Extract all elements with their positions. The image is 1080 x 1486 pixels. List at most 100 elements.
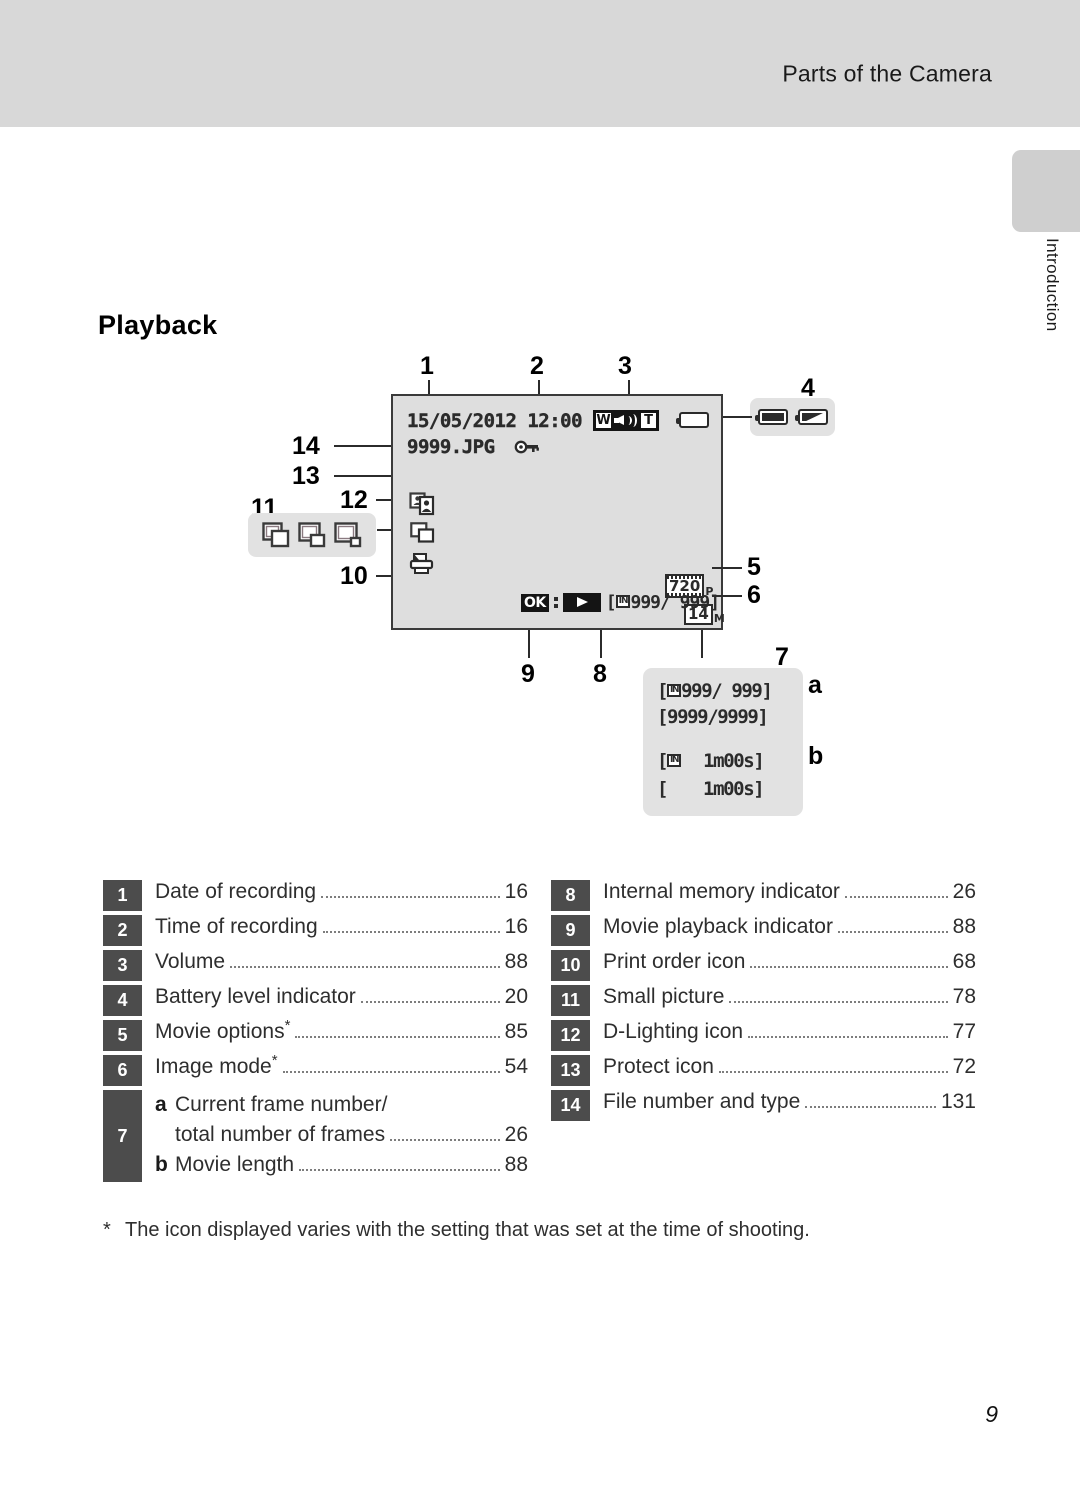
callout-number-6: 6 bbox=[747, 581, 761, 609]
chapter-tab-block bbox=[1012, 150, 1080, 232]
small-picture-medium-icon bbox=[298, 522, 326, 548]
legend-page-11: 78 bbox=[952, 985, 976, 1008]
frame-counter-value: 999/ 999 bbox=[630, 592, 710, 613]
legend-label-1: Date of recording bbox=[155, 880, 317, 903]
legend-column-left: 1 Date of recording 16 2 Time of recordi… bbox=[103, 880, 528, 1186]
footnote-text: The icon displayed varies with the setti… bbox=[125, 1219, 810, 1241]
detail-b1-text: 1m00s bbox=[703, 750, 755, 772]
volume-wide-label: W bbox=[596, 413, 611, 428]
detail-line-b1: [IN 1m00s] bbox=[657, 750, 765, 772]
legend-page-7b: 88 bbox=[504, 1153, 528, 1176]
callout-sub-letter-b: b bbox=[808, 742, 824, 770]
detail-a2-text: 9999/9999 bbox=[667, 706, 759, 728]
detail-a1-open: [ bbox=[657, 680, 668, 702]
legend-entry-12: D-Lighting icon 77 bbox=[590, 1020, 976, 1051]
legend-row: 13 Protect icon 72 bbox=[551, 1055, 976, 1086]
callout-number-5: 5 bbox=[747, 553, 761, 581]
leader-line-6 bbox=[712, 595, 742, 597]
separator-dots-icon bbox=[553, 597, 558, 608]
detail-a2-open: [ bbox=[657, 706, 668, 728]
legend-dot-leader bbox=[299, 1169, 500, 1171]
legend-row: 5 Movie options* 85 bbox=[103, 1017, 528, 1051]
legend-sub-letter-a: a bbox=[155, 1093, 167, 1116]
legend-badge-14: 14 bbox=[551, 1090, 590, 1121]
lcd-date: 15/05/2012 bbox=[407, 410, 517, 432]
legend-entry-3: Volume 88 bbox=[142, 950, 528, 981]
lcd-file-name: 9999.JPG bbox=[407, 436, 495, 458]
legend-label-6-text: Image mode bbox=[155, 1055, 272, 1078]
leader-line-7 bbox=[701, 630, 703, 658]
legend-dot-leader bbox=[750, 966, 948, 968]
callout-number-10: 10 bbox=[340, 562, 368, 590]
camera-lcd-screen: 15/05/2012 12:00 9999.JPG W T 720 P 14 M… bbox=[391, 394, 725, 630]
legend-label-12: D-Lighting icon bbox=[603, 1020, 744, 1043]
legend-row: 6 Image mode* 54 bbox=[103, 1053, 528, 1086]
legend-row: 12 D-Lighting icon 77 bbox=[551, 1020, 976, 1051]
volume-indicator: W T bbox=[593, 410, 659, 431]
bracket-open: [ bbox=[605, 592, 617, 613]
battery-icon bbox=[676, 412, 709, 428]
chapter-tab-label: Introduction bbox=[1043, 238, 1062, 332]
footnote-marker: * bbox=[103, 1219, 111, 1241]
legend-dot-leader bbox=[837, 931, 948, 933]
ok-button-label: OK bbox=[521, 593, 549, 612]
legend-dot-leader bbox=[360, 1001, 500, 1003]
legend-dot-leader bbox=[390, 1139, 500, 1141]
legend-label-11: Small picture bbox=[603, 985, 725, 1008]
legend-entry-9: Movie playback indicator 88 bbox=[590, 915, 976, 946]
detail-b2-text: 1m00s bbox=[703, 778, 755, 800]
legend-label-5-text: Movie options bbox=[155, 1020, 285, 1043]
legend-badge-11: 11 bbox=[551, 985, 590, 1016]
internal-memory-badge-b: IN bbox=[667, 754, 682, 767]
legend-label-9: Movie playback indicator bbox=[603, 915, 833, 938]
page-number: 9 bbox=[985, 1401, 998, 1427]
legend-entry-1: Date of recording 16 bbox=[142, 880, 528, 911]
legend-page-2: 16 bbox=[504, 915, 528, 938]
legend-page-4: 20 bbox=[504, 985, 528, 1008]
leader-line-9 bbox=[528, 630, 530, 658]
legend-label-14: File number and type bbox=[603, 1090, 801, 1113]
detail-a2-close: ] bbox=[757, 706, 768, 728]
small-picture-small-icon bbox=[334, 522, 362, 548]
internal-memory-badge-a: IN bbox=[667, 684, 682, 697]
legend-entry-7a-line2: total number of frames 26 bbox=[155, 1120, 528, 1150]
legend-entry-7a-line1: a Current frame number/ bbox=[155, 1090, 528, 1120]
legend-row: 1 Date of recording 16 bbox=[103, 880, 528, 911]
legend-dot-leader bbox=[282, 1071, 500, 1073]
footnote-marker-icon: * bbox=[284, 1017, 291, 1034]
legend-sub-letter-b: b bbox=[155, 1153, 168, 1176]
detail-line-b2: [1m00s] bbox=[657, 778, 765, 800]
callout-number-2: 2 bbox=[530, 352, 544, 380]
legend-page-6: 54 bbox=[504, 1055, 528, 1078]
legend-label-8: Internal memory indicator bbox=[603, 880, 840, 903]
callout-number-12: 12 bbox=[340, 486, 368, 514]
legend-page-13: 72 bbox=[952, 1055, 976, 1078]
legend-dot-leader bbox=[322, 931, 500, 933]
legend-dot-leader bbox=[718, 1071, 948, 1073]
legend-badge-12: 12 bbox=[551, 1020, 590, 1051]
detail-line-a2: [9999/9999] bbox=[657, 706, 769, 728]
callout-number-14: 14 bbox=[292, 432, 320, 460]
legend-dot-leader bbox=[729, 1001, 948, 1003]
detail-b1-open: [ bbox=[657, 750, 668, 772]
legend-page-3: 88 bbox=[504, 950, 528, 973]
legend-label-3: Volume bbox=[155, 950, 226, 973]
legend-badge-6: 6 bbox=[103, 1055, 142, 1086]
legend-entry-7b: b Movie length 88 bbox=[155, 1150, 528, 1180]
small-picture-large-icon bbox=[262, 522, 290, 548]
legend-page-12: 77 bbox=[952, 1020, 976, 1043]
internal-memory-badge: IN bbox=[615, 595, 631, 608]
legend-badge-13: 13 bbox=[551, 1055, 590, 1086]
legend-entry-4: Battery level indicator 20 bbox=[142, 985, 528, 1016]
battery-level-icon-group bbox=[750, 398, 835, 436]
legend-row: 9 Movie playback indicator 88 bbox=[551, 915, 976, 946]
legend-label-13: Protect icon bbox=[603, 1055, 714, 1078]
callout-number-8: 8 bbox=[593, 660, 607, 688]
speaker-icon bbox=[614, 413, 638, 428]
legend-entry-2: Time of recording 16 bbox=[142, 915, 528, 946]
legend-row: 7 a Current frame number/ total number o… bbox=[103, 1090, 528, 1182]
frame-counter-detail-box: [IN 999/ 999] [9999/9999] [IN 1m00s] [1m00… bbox=[643, 668, 803, 816]
legend-badge-1: 1 bbox=[103, 880, 142, 911]
lcd-time: 12:00 bbox=[527, 410, 583, 432]
small-picture-icon-group bbox=[248, 513, 376, 557]
